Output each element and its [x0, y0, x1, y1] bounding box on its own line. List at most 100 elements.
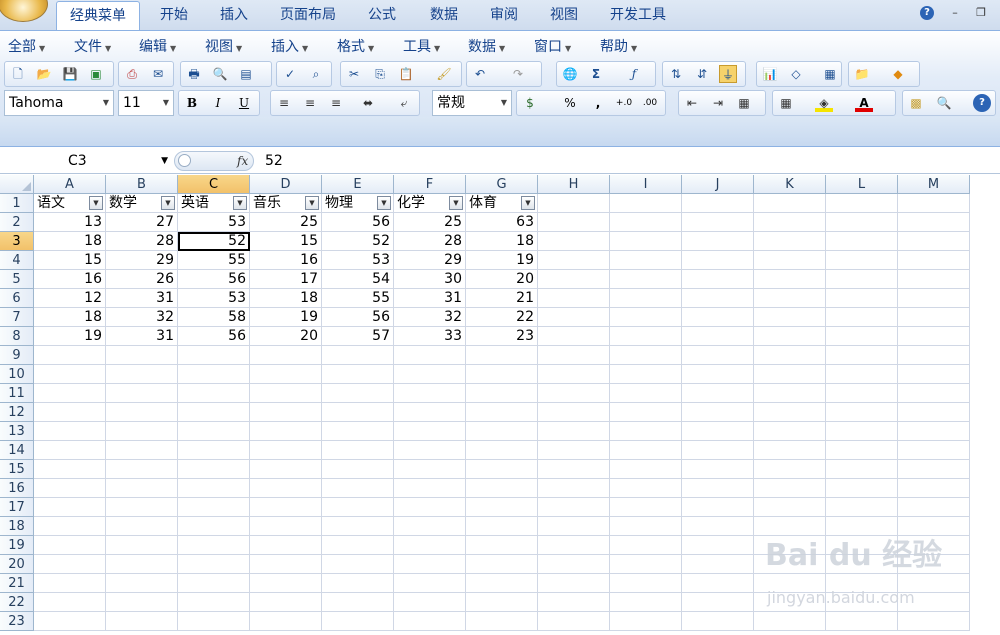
- cell-E12[interactable]: [322, 403, 394, 422]
- cell-B22[interactable]: [106, 593, 178, 612]
- cell-E17[interactable]: [322, 498, 394, 517]
- cell-F18[interactable]: [394, 517, 466, 536]
- cell-A11[interactable]: [34, 384, 106, 403]
- cell-G5[interactable]: 20: [466, 270, 538, 289]
- cell-K20[interactable]: [754, 555, 826, 574]
- cell-L11[interactable]: [826, 384, 898, 403]
- align-center-icon[interactable]: ≡: [301, 94, 319, 112]
- cell-K18[interactable]: [754, 517, 826, 536]
- align-right-icon[interactable]: ≡: [327, 94, 345, 112]
- row-header-21[interactable]: 21: [0, 574, 34, 593]
- font-name-combo[interactable]: Tahoma ▼: [4, 90, 114, 116]
- styles-icon[interactable]: ▩: [907, 94, 925, 112]
- cell-K10[interactable]: [754, 365, 826, 384]
- cell-A9[interactable]: [34, 346, 106, 365]
- cell-F16[interactable]: [394, 479, 466, 498]
- tab-classic-menu[interactable]: 经典菜单: [56, 1, 140, 30]
- cell-B19[interactable]: [106, 536, 178, 555]
- cell-A5[interactable]: 16: [34, 270, 106, 289]
- cell-J20[interactable]: [682, 555, 754, 574]
- cell-C15[interactable]: [178, 460, 250, 479]
- cell-E20[interactable]: [322, 555, 394, 574]
- cell-J6[interactable]: [682, 289, 754, 308]
- cell-M14[interactable]: [898, 441, 970, 460]
- help-circle-icon[interactable]: ?: [973, 94, 991, 112]
- shapes-icon[interactable]: ◇: [787, 65, 805, 83]
- cell-K6[interactable]: [754, 289, 826, 308]
- cell-E9[interactable]: [322, 346, 394, 365]
- cell-D5[interactable]: 17: [250, 270, 322, 289]
- cell-B5[interactable]: 26: [106, 270, 178, 289]
- underline-icon[interactable]: U: [235, 94, 253, 112]
- row-header-7[interactable]: 7: [0, 308, 34, 327]
- cell-L5[interactable]: [826, 270, 898, 289]
- cell-K14[interactable]: [754, 441, 826, 460]
- bold-icon[interactable]: B: [183, 94, 201, 112]
- cell-L18[interactable]: [826, 517, 898, 536]
- cell-L6[interactable]: [826, 289, 898, 308]
- page-setup-icon[interactable]: ▤: [237, 65, 255, 83]
- cell-I2[interactable]: [610, 213, 682, 232]
- cell-B12[interactable]: [106, 403, 178, 422]
- cell-H1[interactable]: [538, 194, 610, 213]
- cell-J9[interactable]: [682, 346, 754, 365]
- cell-style-icon[interactable]: ▦: [735, 94, 753, 112]
- cell-E4[interactable]: 53: [322, 251, 394, 270]
- chart-icon[interactable]: 📊: [761, 65, 779, 83]
- cell-L17[interactable]: [826, 498, 898, 517]
- cell-K4[interactable]: [754, 251, 826, 270]
- new-file-icon[interactable]: 🗋: [9, 65, 27, 83]
- cell-C9[interactable]: [178, 346, 250, 365]
- cell-B18[interactable]: [106, 517, 178, 536]
- cell-K17[interactable]: [754, 498, 826, 517]
- cell-A4[interactable]: 15: [34, 251, 106, 270]
- minimize-icon[interactable]: –: [946, 5, 964, 21]
- row-header-14[interactable]: 14: [0, 441, 34, 460]
- table-icon[interactable]: ▦: [821, 65, 839, 83]
- filter-dropdown-icon[interactable]: ▼: [521, 196, 535, 210]
- menu-view[interactable]: 视图 ▼: [205, 37, 242, 57]
- cell-J10[interactable]: [682, 365, 754, 384]
- cell-D4[interactable]: 16: [250, 251, 322, 270]
- cell-F13[interactable]: [394, 422, 466, 441]
- cell-E21[interactable]: [322, 574, 394, 593]
- filter-dropdown-icon[interactable]: ▼: [161, 196, 175, 210]
- cell-F12[interactable]: [394, 403, 466, 422]
- cell-H13[interactable]: [538, 422, 610, 441]
- cell-F11[interactable]: [394, 384, 466, 403]
- cell-J2[interactable]: [682, 213, 754, 232]
- row-header-1[interactable]: 1: [0, 194, 34, 213]
- cell-A14[interactable]: [34, 441, 106, 460]
- cell-D22[interactable]: [250, 593, 322, 612]
- cell-G17[interactable]: [466, 498, 538, 517]
- cell-D9[interactable]: [250, 346, 322, 365]
- cell-L8[interactable]: [826, 327, 898, 346]
- redo-icon[interactable]: ↷: [509, 65, 527, 83]
- cell-D10[interactable]: [250, 365, 322, 384]
- cell-D15[interactable]: [250, 460, 322, 479]
- column-header-M[interactable]: M: [898, 175, 970, 194]
- cell-D12[interactable]: [250, 403, 322, 422]
- cell-K2[interactable]: [754, 213, 826, 232]
- filter-dropdown-icon[interactable]: ▼: [305, 196, 319, 210]
- row-header-6[interactable]: 6: [0, 289, 34, 308]
- cell-G14[interactable]: [466, 441, 538, 460]
- row-header-15[interactable]: 15: [0, 460, 34, 479]
- menu-window[interactable]: 窗口 ▼: [534, 37, 571, 57]
- cell-E19[interactable]: [322, 536, 394, 555]
- cell-L20[interactable]: [826, 555, 898, 574]
- cell-J19[interactable]: [682, 536, 754, 555]
- format-painter-icon[interactable]: 🖌: [435, 65, 453, 83]
- cell-H19[interactable]: [538, 536, 610, 555]
- cell-I22[interactable]: [610, 593, 682, 612]
- cell-H18[interactable]: [538, 517, 610, 536]
- cell-G16[interactable]: [466, 479, 538, 498]
- cell-B17[interactable]: [106, 498, 178, 517]
- cell-K21[interactable]: [754, 574, 826, 593]
- cell-I6[interactable]: [610, 289, 682, 308]
- cell-G22[interactable]: [466, 593, 538, 612]
- cell-K15[interactable]: [754, 460, 826, 479]
- cell-J5[interactable]: [682, 270, 754, 289]
- select-all-button[interactable]: [0, 175, 34, 194]
- cell-D20[interactable]: [250, 555, 322, 574]
